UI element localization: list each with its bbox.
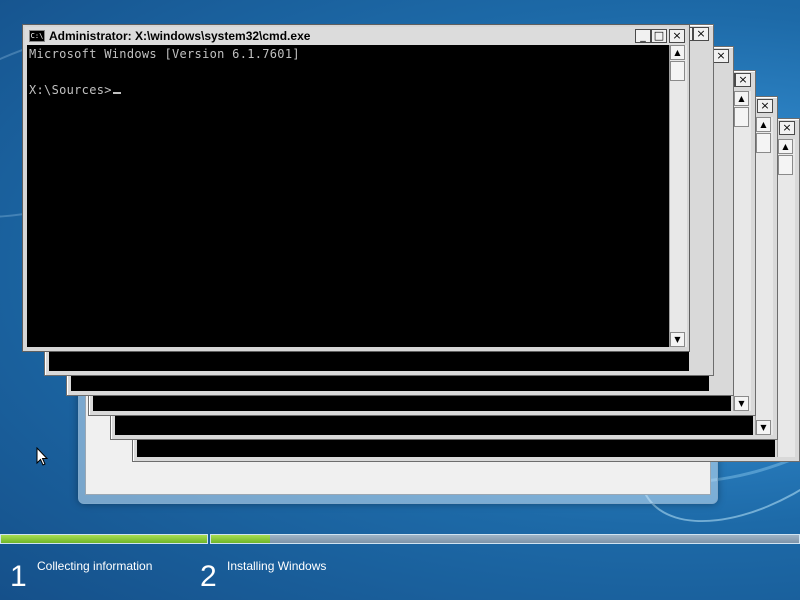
- console-icon: C:\: [29, 30, 45, 42]
- progress-fill: [211, 535, 270, 543]
- scroll-thumb[interactable]: [756, 133, 771, 153]
- step-number-2: 2: [200, 560, 217, 593]
- scroll-down-arrow-icon[interactable]: ▼: [756, 420, 771, 435]
- close-button[interactable]: ×: [779, 121, 795, 135]
- console-prompt: X:\Sources>: [29, 81, 121, 99]
- close-button[interactable]: ×: [757, 99, 773, 113]
- window-title: Administrator: X:\windows\system32\cmd.e…: [49, 29, 311, 43]
- minimize-button[interactable]: _: [635, 29, 651, 43]
- scroll-thumb[interactable]: [778, 155, 793, 175]
- setup-progress-bar: [0, 534, 800, 546]
- text-cursor: [112, 92, 121, 94]
- scroll-thumb[interactable]: [734, 107, 749, 127]
- progress-fill: [1, 535, 207, 543]
- maximize-button[interactable]: □: [651, 29, 667, 43]
- step-label-installing: Installing Windows: [227, 559, 327, 573]
- console-output[interactable]: Microsoft Windows [Version 6.1.7601] X:\…: [27, 45, 669, 347]
- scroll-down-arrow-icon[interactable]: ▼: [670, 332, 685, 347]
- progress-remaining: [269, 535, 799, 543]
- step-label-collecting: Collecting information: [37, 559, 153, 573]
- scroll-up-arrow-icon[interactable]: ▲: [670, 45, 685, 60]
- close-button[interactable]: ×: [713, 49, 729, 63]
- close-button[interactable]: ×: [669, 29, 685, 43]
- console-line-version: Microsoft Windows [Version 6.1.7601]: [29, 47, 300, 61]
- scroll-up-arrow-icon[interactable]: ▲: [734, 91, 749, 106]
- vertical-scrollbar[interactable]: ▲ ▼: [733, 91, 751, 411]
- title-bar[interactable]: C:\ Administrator: X:\windows\system32\c…: [25, 27, 687, 45]
- step-number-1: 1: [10, 560, 27, 593]
- vertical-scrollbar[interactable]: ▲ ▼: [755, 117, 773, 435]
- scroll-down-arrow-icon[interactable]: ▼: [734, 396, 749, 411]
- mouse-pointer-icon: [36, 447, 48, 466]
- vertical-scrollbar[interactable]: ▲: [777, 139, 795, 457]
- close-button[interactable]: ×: [693, 27, 709, 41]
- prompt-text: X:\Sources>: [29, 83, 112, 97]
- progress-segment-collecting: [0, 534, 208, 544]
- scroll-up-arrow-icon[interactable]: ▲: [756, 117, 771, 132]
- close-button[interactable]: ×: [735, 73, 751, 87]
- scroll-thumb[interactable]: [670, 61, 685, 81]
- vertical-scrollbar[interactable]: ▲ ▼: [669, 45, 687, 347]
- scroll-up-arrow-icon[interactable]: ▲: [778, 139, 793, 154]
- cmd-window[interactable]: C:\ Administrator: X:\windows\system32\c…: [22, 24, 690, 352]
- progress-segment-installing: [210, 534, 800, 544]
